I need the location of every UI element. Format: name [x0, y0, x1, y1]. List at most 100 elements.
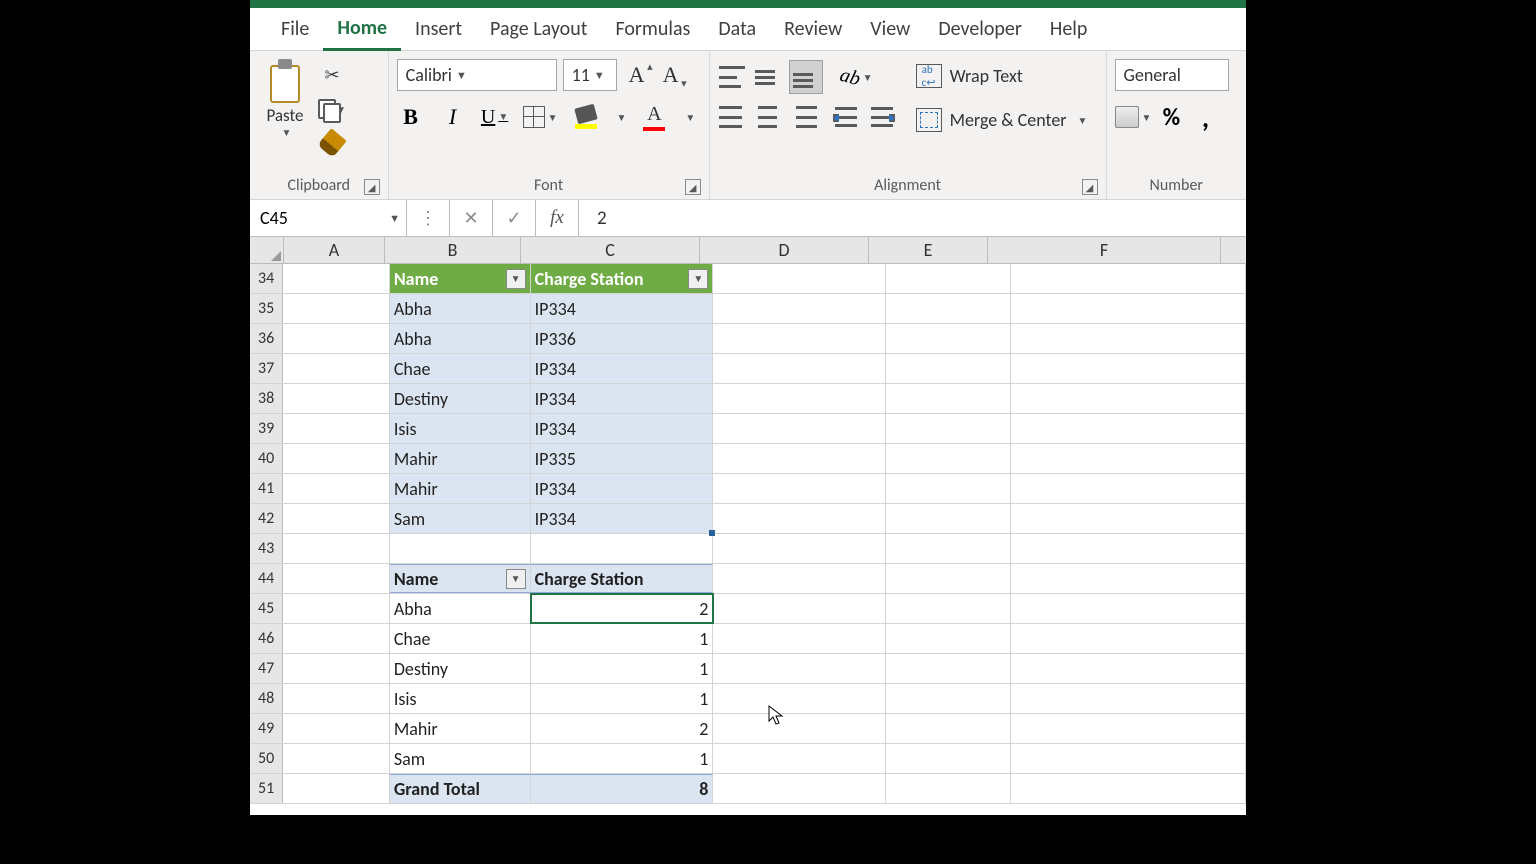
cell[interactable] — [713, 264, 886, 293]
row-header[interactable]: 47 — [250, 654, 283, 683]
paste-button[interactable]: Paste ▼ — [258, 55, 312, 139]
cell[interactable]: Mahir — [390, 444, 531, 473]
cell[interactable] — [713, 384, 886, 413]
cell[interactable]: Destiny — [390, 654, 531, 683]
cell[interactable]: Chae — [390, 354, 531, 383]
cell[interactable] — [713, 774, 886, 803]
align-center-button[interactable] — [754, 103, 782, 131]
cell[interactable] — [713, 474, 886, 503]
cell[interactable]: Abha — [390, 594, 531, 623]
cell[interactable] — [886, 444, 1010, 473]
col-header-A[interactable]: A — [284, 237, 385, 263]
tab-data[interactable]: Data — [704, 9, 770, 49]
cell[interactable] — [886, 324, 1010, 353]
bold-button[interactable]: B — [397, 103, 425, 131]
row-header[interactable]: 34 — [250, 264, 283, 293]
cell[interactable] — [713, 654, 886, 683]
select-all-corner[interactable] — [250, 237, 284, 263]
number-format-combo[interactable]: General — [1115, 59, 1229, 91]
cell[interactable] — [713, 444, 886, 473]
cell[interactable] — [886, 504, 1010, 533]
cell[interactable] — [713, 594, 886, 623]
grand-total-label[interactable]: Grand Total — [390, 774, 531, 803]
cell[interactable] — [1011, 774, 1246, 803]
cell[interactable] — [713, 624, 886, 653]
cell[interactable] — [1011, 684, 1246, 713]
cell[interactable]: IP336 — [531, 324, 714, 353]
cell[interactable] — [390, 534, 531, 563]
row-header[interactable]: 43 — [250, 534, 283, 563]
row-header[interactable]: 48 — [250, 684, 283, 713]
cell[interactable] — [283, 684, 390, 713]
cell[interactable] — [1011, 564, 1246, 593]
borders-button[interactable]: ▼ — [523, 103, 558, 131]
cell[interactable]: IP334 — [531, 384, 714, 413]
font-size-combo[interactable]: 11▼ — [563, 59, 617, 91]
cell[interactable] — [1011, 624, 1246, 653]
cell[interactable]: Isis — [390, 684, 531, 713]
cell[interactable]: 1 — [531, 684, 714, 713]
cell[interactable]: IP334 — [531, 354, 714, 383]
cell[interactable] — [713, 414, 886, 443]
italic-button[interactable]: I — [439, 103, 467, 131]
col-header-B[interactable]: B — [385, 237, 521, 263]
cell[interactable] — [886, 474, 1010, 503]
row-header[interactable]: 50 — [250, 744, 283, 773]
cell[interactable] — [886, 744, 1010, 773]
align-middle-button[interactable] — [754, 63, 782, 91]
cell[interactable] — [886, 564, 1010, 593]
row-header[interactable]: 36 — [250, 324, 283, 353]
row-header[interactable]: 37 — [250, 354, 283, 383]
font-color-button[interactable]: A — [640, 103, 668, 131]
merge-center-button[interactable]: Merge & Center▼ — [916, 105, 1088, 135]
cell[interactable] — [531, 534, 714, 563]
cell[interactable]: Sam — [390, 744, 531, 773]
cell[interactable]: Abha — [390, 294, 531, 323]
cell[interactable] — [283, 384, 390, 413]
decrease-indent-button[interactable] — [832, 103, 860, 131]
cell[interactable] — [886, 534, 1010, 563]
row-header[interactable]: 49 — [250, 714, 283, 743]
cell[interactable]: IP334 — [531, 294, 714, 323]
copy-button[interactable]: ▼ — [318, 95, 346, 123]
decrease-font-button[interactable]: A — [657, 62, 685, 88]
cell[interactable] — [283, 414, 390, 443]
cell[interactable] — [886, 294, 1010, 323]
cell[interactable]: Abha — [390, 324, 531, 353]
cell[interactable]: Mahir — [390, 474, 531, 503]
cell[interactable] — [283, 474, 390, 503]
cell[interactable] — [1011, 414, 1246, 443]
cell[interactable] — [1011, 744, 1246, 773]
accept-formula-button[interactable]: ✓ — [493, 200, 536, 236]
accounting-format-button[interactable]: ▼ — [1115, 103, 1152, 131]
filter-button[interactable]: ▼ — [506, 269, 526, 289]
cell[interactable] — [886, 384, 1010, 413]
cell[interactable]: Isis — [390, 414, 531, 443]
chevron-down-icon[interactable]: ▼ — [282, 126, 292, 139]
col-header-C[interactable]: C — [521, 237, 700, 263]
cell[interactable] — [886, 624, 1010, 653]
cell[interactable] — [886, 684, 1010, 713]
cell[interactable]: IP334 — [531, 414, 714, 443]
cell[interactable] — [283, 564, 390, 593]
insert-function-button[interactable]: fx — [536, 200, 579, 236]
cell[interactable] — [1011, 594, 1246, 623]
row-header[interactable]: 39 — [250, 414, 283, 443]
cancel-formula-button[interactable]: ✕ — [450, 200, 493, 236]
cell[interactable] — [886, 594, 1010, 623]
cell[interactable] — [283, 354, 390, 383]
cell[interactable] — [886, 354, 1010, 383]
cell[interactable] — [283, 714, 390, 743]
cell[interactable]: Mahir — [390, 714, 531, 743]
dialog-launcher-icon[interactable]: ◢ — [1082, 179, 1098, 195]
cell[interactable]: IP334 — [531, 474, 714, 503]
cell[interactable] — [713, 504, 886, 533]
cell[interactable] — [886, 774, 1010, 803]
name-box[interactable]: C45▼ — [250, 200, 407, 236]
cell[interactable] — [1011, 294, 1246, 323]
grand-total-value[interactable]: 8 — [531, 774, 714, 803]
tab-file[interactable]: File — [267, 9, 323, 49]
row-header[interactable]: 35 — [250, 294, 283, 323]
cell[interactable] — [886, 264, 1010, 293]
underline-button[interactable]: U▼ — [481, 103, 509, 131]
